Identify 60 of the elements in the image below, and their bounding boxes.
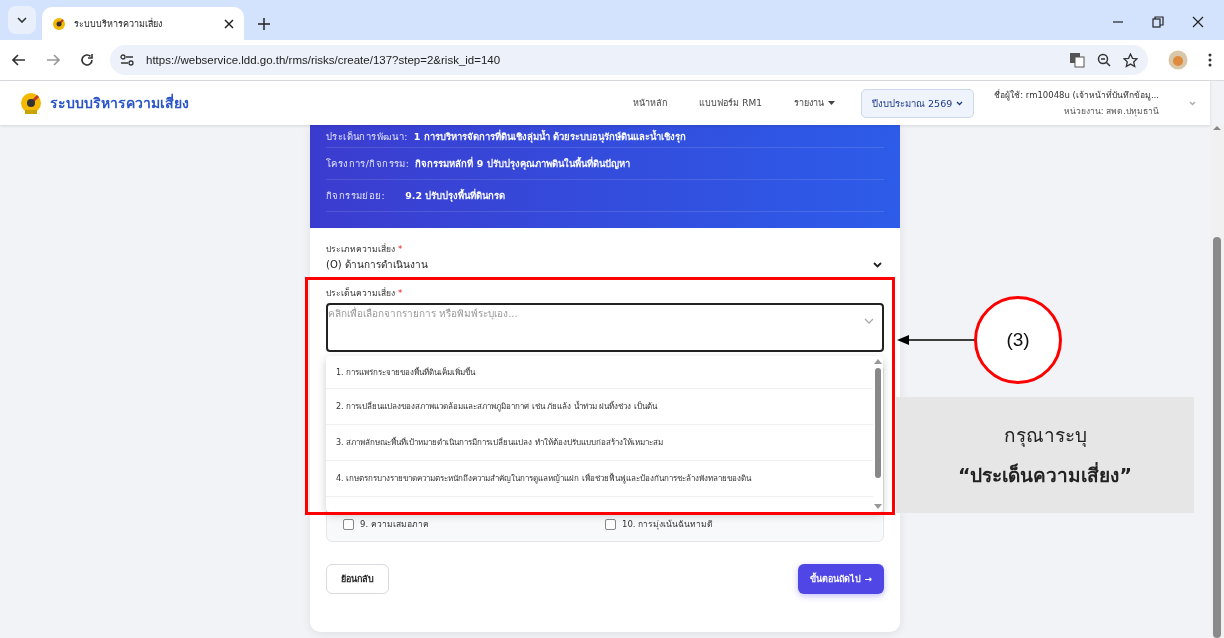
star-icon[interactable]: [1123, 52, 1138, 68]
dropdown-option[interactable]: 1. การแพร่กระจายของพื้นที่ดินเค็มเพิ่มขึ้น: [326, 356, 873, 389]
summary-label: โครงการ/กิจกรรม:: [326, 157, 410, 171]
scroll-up-icon[interactable]: [1213, 125, 1221, 131]
user-name: ชื่อผู้ใช้: rm10048u (เจ้าหน้าที่บันทึกข้อมู...: [994, 88, 1159, 102]
dropdown-option[interactable]: 2. การเปลี่ยนแปลงของสภาพแวดล้อมและสภาพภูมิอากาศ เช่น ภัยแล้ง น้ำท่วม ฝนทิ้งช่วง เป็นต้น: [326, 389, 873, 425]
avatar-icon[interactable]: [1168, 50, 1188, 70]
chevron-down-icon: [864, 318, 874, 324]
checkbox-label: 10. การมุ่งเน้นฉันทามติ: [622, 518, 714, 531]
forward-icon[interactable]: [46, 54, 60, 66]
nav-link[interactable]: รายงาน: [788, 92, 842, 114]
gauge-logo-icon: [20, 91, 44, 115]
restore-icon[interactable]: [1152, 16, 1164, 28]
reload-icon[interactable]: [80, 53, 94, 67]
chevron-down-icon: [956, 100, 964, 106]
close-icon[interactable]: [224, 18, 234, 29]
summary-value: 1 การบริหารจัดการที่ดินเชิงลุ่มน้ำ ด้วยระบบอนุรักษ์ดินและน้ำเชิงรุก: [413, 128, 687, 144]
field-label: ประเภทความเสี่ยง: [326, 244, 395, 254]
required-mark: *: [398, 288, 403, 298]
note-emphasis: “ประเด็นความเสี่ยง”: [958, 461, 1132, 488]
chevron-down-icon: [17, 17, 27, 23]
nav-link[interactable]: หน้าหลัก: [627, 92, 674, 114]
chevron-down-icon: [873, 261, 882, 268]
tab-title: ระบบบริหารความเสี่ยง: [74, 17, 163, 31]
scrollbar-thumb[interactable]: [875, 368, 881, 478]
required-mark: *: [398, 244, 403, 254]
scrollbar-thumb[interactable]: [1213, 236, 1221, 638]
summary-value: 9.2 ปรับปรุงพื้นที่ดินกรด: [405, 188, 506, 203]
step-badge: (3): [974, 296, 1062, 384]
checkbox-label: 9. ความเสมอภาค: [360, 518, 429, 531]
tab-list-button[interactable]: [8, 6, 36, 34]
scroll-down-icon[interactable]: [874, 504, 882, 509]
close-icon[interactable]: [1192, 16, 1204, 28]
dropdown-option[interactable]: 4. เกษตรกรบางรายขาดความตระหนักถึงความสำคัญในการดูแลหญ้าแฝก เพื่อช่วยฟื้นฟูและป้องกันการชะล้างพังทลายของดิน: [326, 461, 873, 497]
caret-icon: [828, 101, 836, 105]
browser-tab[interactable]: ระบบบริหารความเสี่ยง: [42, 7, 244, 40]
field-label: ประเด็นความเสี่ยง: [326, 288, 395, 298]
gauge-icon: [52, 16, 66, 31]
dropdown-option[interactable]: 3. สภาพลักษณะพื้นที่เป้าหมายดำเนินการมีการเปลี่ยนแปลง ทำให้ต้องปรับแบบก่อสร้างให้เหมาะสม: [326, 425, 873, 461]
summary-label: ประเด็นการพัฒนา:: [326, 129, 408, 144]
summary-value: กิจกรรมหลักที่ 9 ปรับปรุงคุณภาพดินในพื้นที่ดินปัญหา: [415, 156, 630, 171]
checkbox[interactable]: [605, 518, 616, 530]
site-settings-icon[interactable]: [120, 54, 134, 66]
next-button[interactable]: ขั้นตอนถัดไป →: [798, 564, 884, 594]
note-text: กรุณาระบุ: [1003, 423, 1087, 449]
back-icon[interactable]: [12, 54, 26, 66]
nav-link[interactable]: แบบฟอร์ม RM1: [693, 92, 769, 114]
summary-label: กิจกรรมย่อย:: [326, 189, 386, 203]
risk-type-select[interactable]: (O) ด้านการดำเนินงาน: [326, 256, 884, 272]
app-title: ระบบบริหารความเสี่ยง: [50, 92, 189, 113]
fiscal-year-button[interactable]: ปีงบประมาณ 2569: [861, 88, 975, 118]
zoom-out-icon[interactable]: [1097, 53, 1111, 67]
address-bar[interactable]: https://webservice.ldd.go.th/rms/risks/create/137?step=2&risk_id=140: [110, 45, 1148, 75]
user-unit: หน่วยงาน: สพด.ปทุมธานี: [1063, 105, 1159, 118]
translate-icon[interactable]: [1069, 52, 1085, 68]
more-icon[interactable]: [1208, 53, 1212, 67]
checkbox[interactable]: [343, 518, 354, 530]
url-text: https://webservice.ldd.go.th/rms/risks/create/137?step=2&risk_id=140: [146, 54, 502, 66]
plus-icon[interactable]: [258, 18, 270, 30]
back-button[interactable]: ย้อนกลับ: [326, 564, 389, 594]
